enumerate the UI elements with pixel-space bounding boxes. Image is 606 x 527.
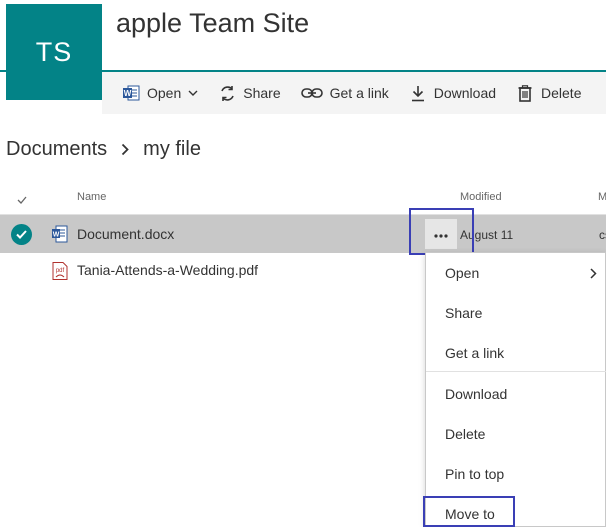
word-icon: W [122, 84, 140, 102]
menu-item-pin-to-top[interactable]: Pin to top [426, 454, 606, 494]
highlight-box-ellipsis [409, 208, 474, 255]
svg-text:W: W [53, 232, 60, 239]
file-modified-by: cs [599, 228, 606, 242]
column-header-modified-by[interactable]: M [598, 191, 606, 203]
column-header-name[interactable]: Name [77, 191, 106, 203]
download-button[interactable]: Download [409, 72, 496, 114]
chevron-right-icon [590, 266, 597, 282]
site-logo-tile[interactable]: TS [6, 4, 102, 100]
share-button[interactable]: Share [218, 72, 281, 114]
svg-text:pdf: pdf [56, 268, 65, 274]
svg-text:W: W [123, 89, 131, 98]
menu-item-open[interactable]: Open [426, 253, 606, 293]
select-all-checkmark-icon[interactable] [17, 191, 27, 209]
link-icon [300, 84, 323, 102]
trash-icon [516, 84, 534, 102]
open-label: Open [147, 85, 182, 101]
chevron-right-icon [121, 143, 129, 156]
menu-item-delete[interactable]: Delete [426, 414, 606, 454]
menu-divider [426, 371, 606, 372]
menu-item-label: Share [445, 305, 483, 321]
highlight-box-move-to [423, 496, 515, 527]
selected-checkmark-icon[interactable] [11, 224, 32, 245]
context-menu: Open Share Get a link Download Delete Pi… [425, 252, 606, 527]
menu-item-get-link[interactable]: Get a link [426, 333, 606, 373]
delete-button[interactable]: Delete [516, 72, 581, 114]
chevron-down-icon [188, 90, 198, 96]
breadcrumb-documents[interactable]: Documents [6, 138, 107, 161]
breadcrumb-current: my file [143, 138, 201, 160]
delete-label: Delete [541, 85, 582, 101]
share-label: Share [243, 85, 281, 101]
menu-item-share[interactable]: Share [426, 293, 606, 333]
pdf-file-icon: pdf [52, 262, 68, 285]
menu-item-label: Delete [445, 426, 486, 442]
site-initials: TS [35, 36, 73, 67]
get-link-button[interactable]: Get a link [300, 72, 389, 114]
download-label: Download [433, 85, 497, 101]
command-bar: W Open Share Get a link Download Delete [102, 72, 606, 114]
menu-item-label: Get a link [445, 345, 505, 361]
site-title[interactable]: apple Team Site [116, 8, 309, 39]
share-icon [218, 84, 236, 102]
table-row-document-docx[interactable]: W Document.docx August 11 cs [0, 215, 606, 253]
file-name[interactable]: Document.docx [77, 226, 174, 242]
menu-item-label: Download [445, 386, 508, 402]
word-document-icon: W [52, 225, 68, 248]
download-icon [409, 84, 427, 102]
menu-item-label: Pin to top [445, 466, 505, 482]
open-button[interactable]: W Open [122, 72, 198, 114]
column-header-modified[interactable]: Modified [460, 191, 502, 203]
menu-item-label: Open [445, 265, 480, 281]
breadcrumb: Documents my file [6, 138, 201, 161]
file-name[interactable]: Tania-Attends-a-Wedding.pdf [77, 262, 258, 278]
get-link-label: Get a link [329, 85, 389, 101]
menu-item-download[interactable]: Download [426, 374, 606, 414]
